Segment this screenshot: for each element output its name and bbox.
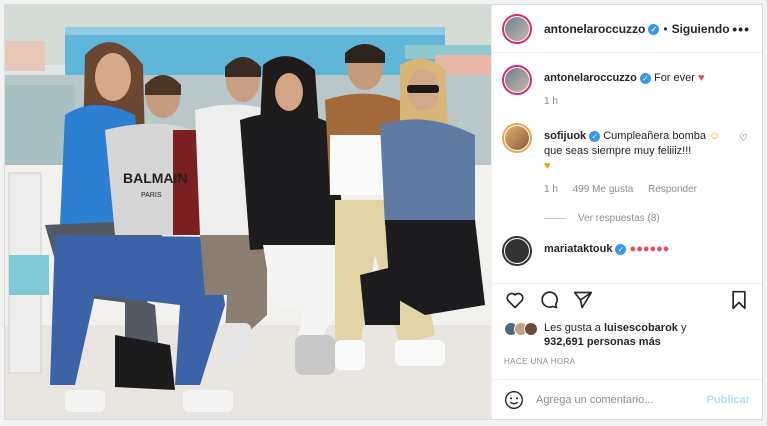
likes-prefix: Les gusta a: [544, 322, 601, 334]
verified-badge-icon: ✓: [615, 243, 627, 255]
liker-avatars[interactable]: [504, 322, 538, 336]
comment-avatar[interactable]: [502, 123, 532, 153]
comment-time[interactable]: 1 h: [544, 184, 558, 195]
emoji-row: ●●●●●●: [629, 243, 670, 255]
verified-badge-icon: ✓: [648, 23, 660, 35]
verified-badge-icon: ✓: [639, 72, 651, 84]
smiling-face-emoji-icon: ☺: [709, 130, 721, 142]
post-photo[interactable]: BALMAIN PARIS: [5, 5, 491, 419]
likes-count[interactable]: 932,691 personas más: [544, 336, 661, 348]
group-photo-illustration: BALMAIN PARIS: [5, 5, 491, 419]
reply-button[interactable]: Responder: [648, 184, 697, 195]
emoji-smile-icon[interactable]: [504, 390, 524, 410]
likes-text: Les gusta a luisescobarok y 932,691 pers…: [544, 321, 686, 349]
red-heart-icon: ♥: [698, 72, 705, 84]
next-comment-username[interactable]: mariataktouk: [544, 243, 612, 255]
view-replies[interactable]: Ver respuestas (8): [544, 213, 752, 224]
comment-input[interactable]: Agrega un comentario...: [536, 394, 707, 406]
liker-avatar: [524, 322, 538, 336]
post-timestamp[interactable]: HACE UNA HORA: [504, 357, 575, 366]
caption-row: antonelaroccuzzo ✓ For ever ♥ 1 h: [502, 65, 752, 109]
view-replies-label[interactable]: Ver respuestas (8): [578, 213, 660, 224]
more-options-icon[interactable]: •••: [732, 21, 750, 37]
comment-bubble-icon[interactable]: [538, 289, 560, 311]
separator-dot: •: [663, 21, 668, 36]
bookmark-icon[interactable]: [728, 289, 750, 311]
next-comment-avatar[interactable]: [502, 236, 532, 266]
liker-username[interactable]: luisescobarok: [604, 322, 678, 334]
post-header: antonelaroccuzzo ✓ • Siguiendo •••: [492, 5, 762, 53]
header-username[interactable]: antonelaroccuzzo ✓: [544, 22, 660, 36]
shirt-text: BALMAIN: [123, 170, 188, 186]
likes-summary: Les gusta a luisescobarok y 932,691 pers…: [504, 321, 750, 349]
comment-text: Cumpleañera bomba: [603, 130, 706, 142]
instagram-post: BALMAIN PARIS antonelaroccuzzo ✓ • Sigui…: [4, 4, 763, 420]
replies-line: [544, 218, 566, 219]
comment-text-line2: que seas siempre muy feliiiz!!!: [544, 145, 692, 157]
username-text[interactable]: antonelaroccuzzo: [544, 22, 645, 36]
verified-badge-icon: ✓: [589, 130, 601, 142]
caption-text: For ever: [653, 72, 695, 84]
comment-row: sofijuok ✓ Cumpleañera bomba ☺ que seas s…: [502, 123, 752, 197]
comment-likes[interactable]: 499 Me gusta: [573, 184, 634, 195]
comments-section[interactable]: antonelaroccuzzo ✓ For ever ♥ 1 h sofijuo…: [492, 53, 762, 275]
comment-username[interactable]: sofijuok: [544, 130, 586, 142]
like-comment-heart-icon[interactable]: ♡: [739, 133, 748, 144]
action-bar: [492, 283, 762, 315]
like-heart-icon[interactable]: [504, 289, 526, 311]
publish-button[interactable]: Publicar: [707, 394, 750, 406]
caption-time[interactable]: 1 h: [544, 96, 558, 107]
yellow-heart-icon: ♥: [544, 160, 551, 172]
shirt-subtext: PARIS: [141, 192, 162, 199]
avatar[interactable]: [502, 13, 532, 44]
following-button[interactable]: Siguiendo: [672, 22, 730, 36]
caption-avatar[interactable]: [502, 65, 532, 95]
post-side-panel: antonelaroccuzzo ✓ • Siguiendo ••• antone…: [491, 5, 762, 419]
next-comment-row: mariataktouk ✓ ●●●●●●: [502, 236, 752, 266]
likes-conj: y: [680, 322, 687, 334]
caption-username[interactable]: antonelaroccuzzo: [544, 72, 637, 84]
share-send-icon[interactable]: [572, 289, 594, 311]
add-comment-bar: Agrega un comentario... Publicar: [492, 379, 762, 419]
